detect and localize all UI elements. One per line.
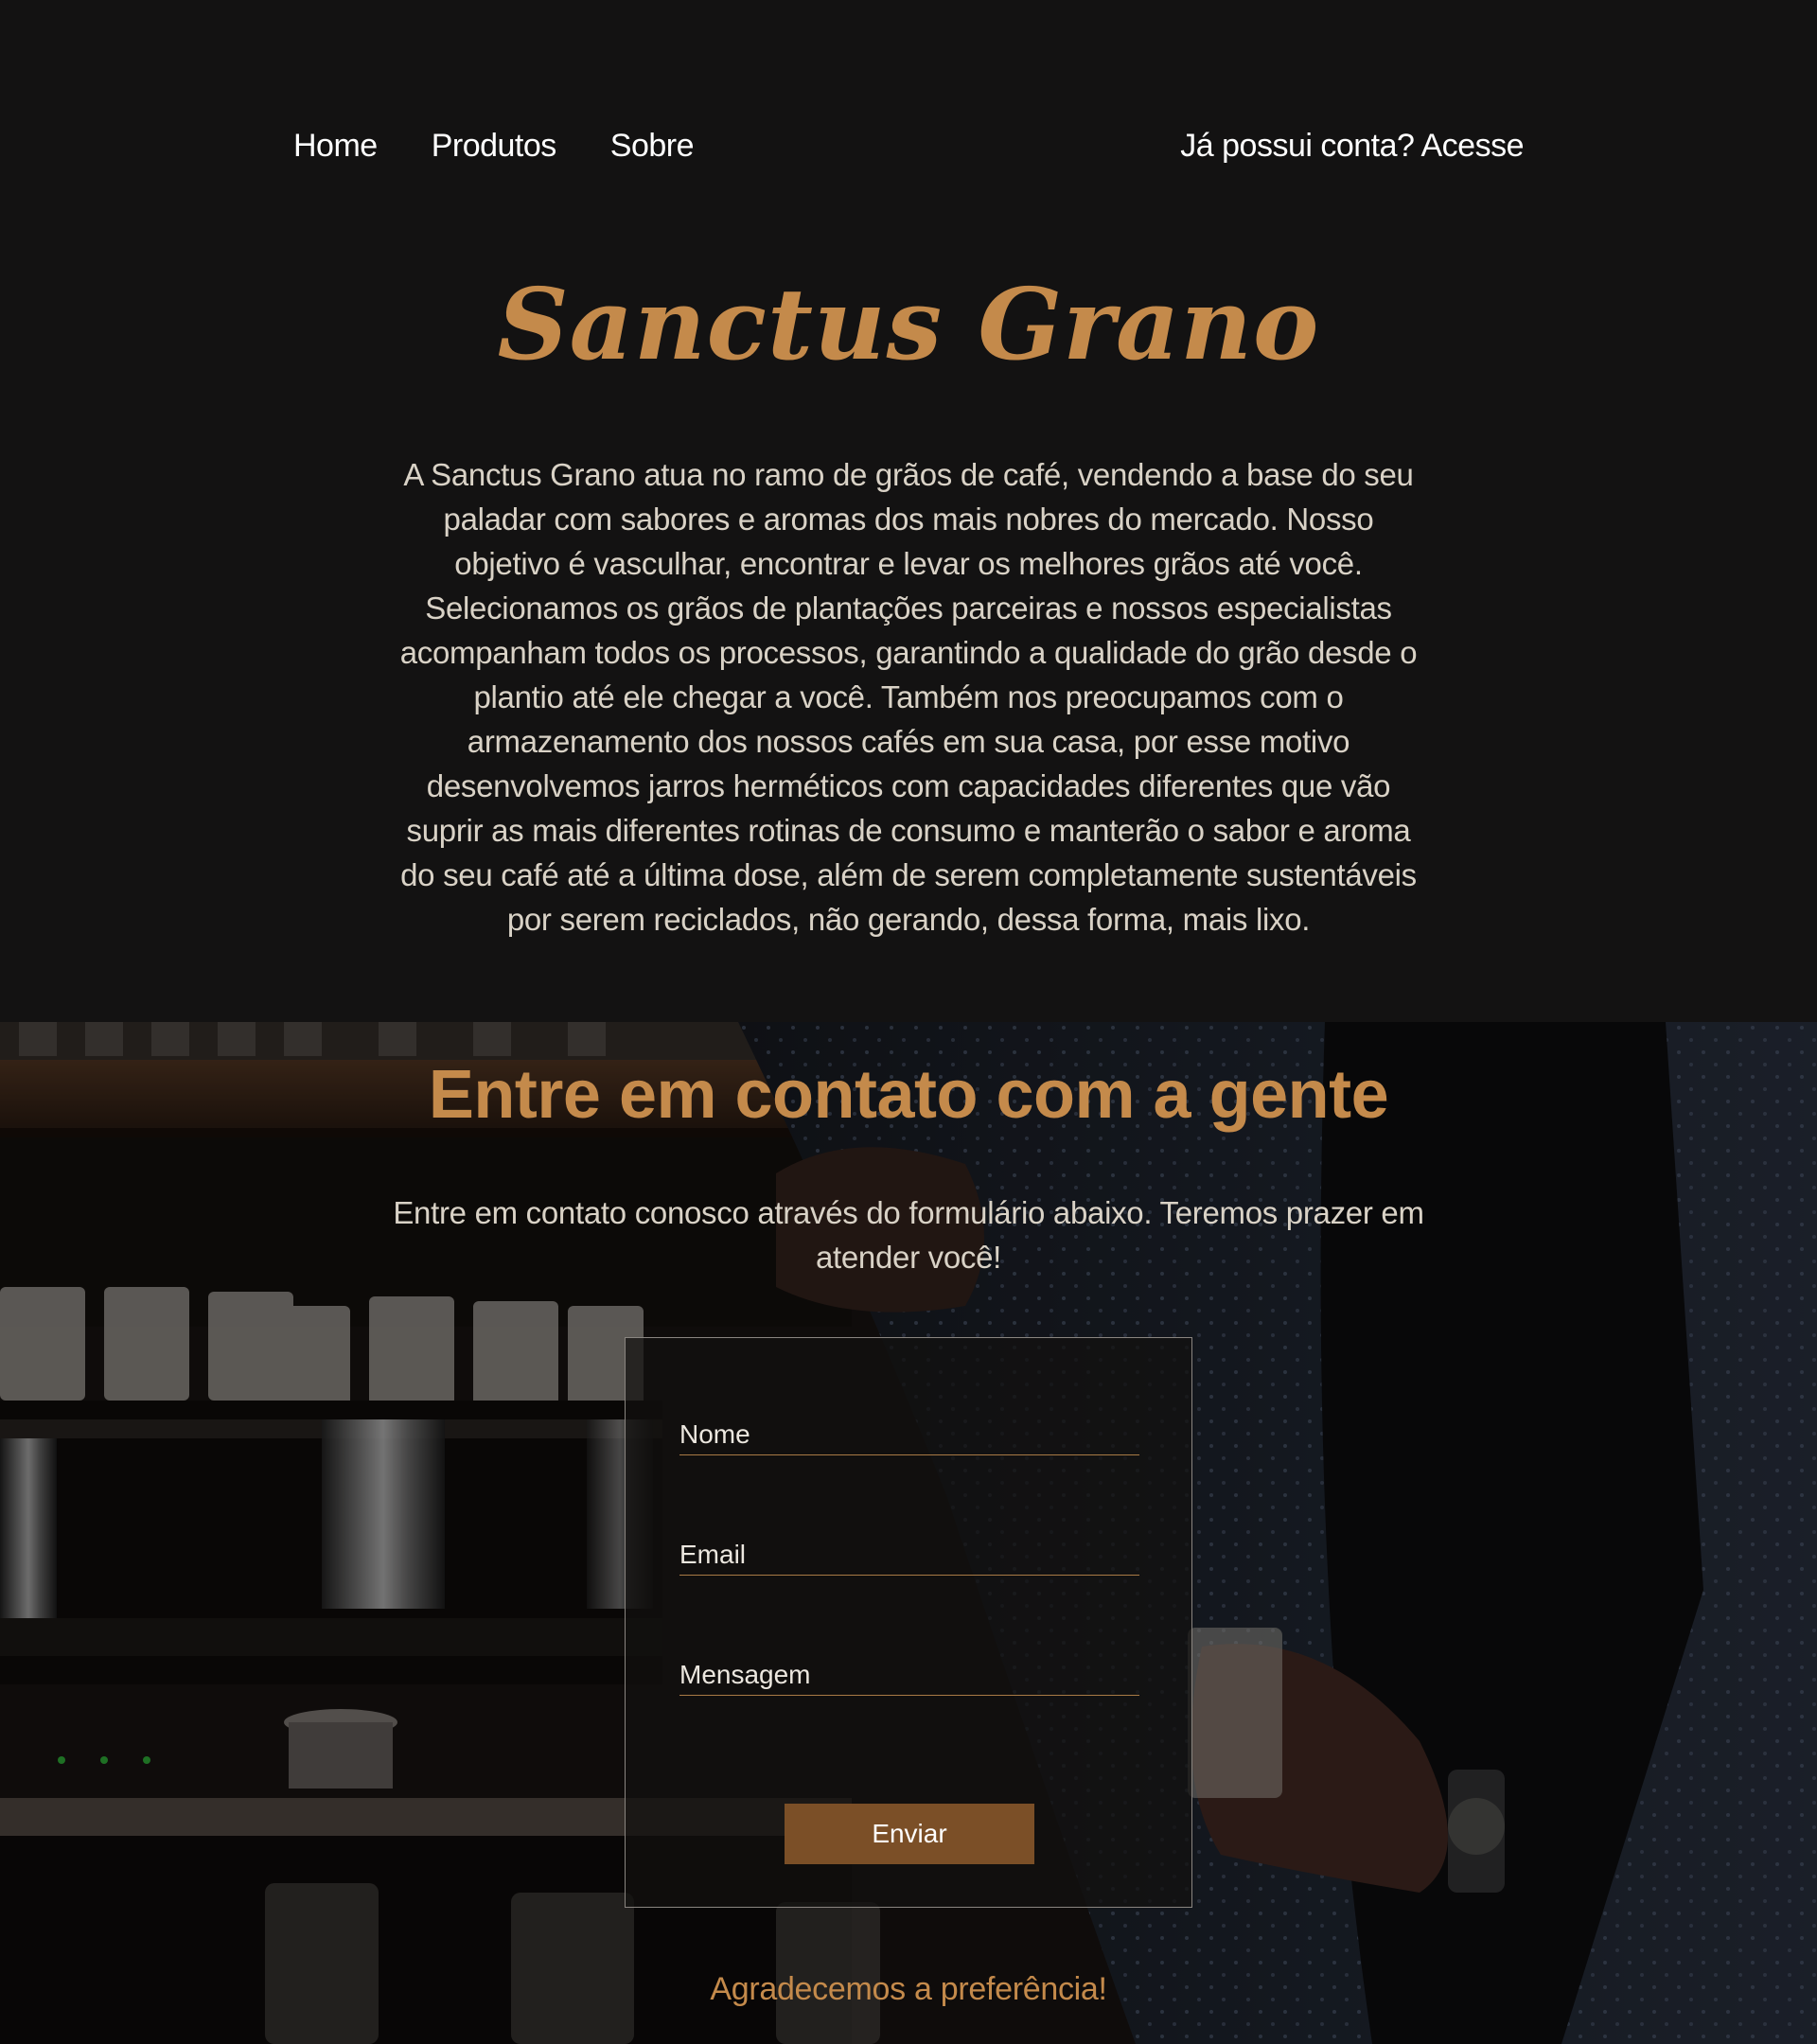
login-link[interactable]: Já possui conta? Acesse: [1180, 125, 1524, 167]
contact-title: Entre em contato com a gente: [428, 1057, 1389, 1133]
email-field-wrapper: [679, 1526, 1139, 1576]
name-input[interactable]: [679, 1406, 1139, 1454]
email-input[interactable]: [679, 1526, 1139, 1575]
send-button[interactable]: Enviar: [785, 1804, 1034, 1864]
message-field-wrapper: [679, 1647, 1139, 1696]
nav-link-home[interactable]: Home: [293, 125, 378, 167]
contact-subtitle: Entre em contato conosco através do form…: [393, 1195, 1424, 1275]
name-field-wrapper: [679, 1406, 1139, 1455]
brand-title: Sanctus Grano: [497, 266, 1320, 382]
main-nav: Home Produtos Sobre: [293, 125, 748, 167]
nav-link-sobre[interactable]: Sobre: [610, 125, 695, 167]
about-text: A Sanctus Grano atua no ramo de grãos de…: [399, 457, 1418, 937]
message-input[interactable]: [679, 1647, 1139, 1695]
thanks-text: Agradecemos a preferência!: [710, 1971, 1107, 2007]
nav-link-produtos[interactable]: Produtos: [432, 125, 557, 167]
contact-section: Entre em contato com a gente Entre em co…: [0, 1022, 1817, 2044]
about-section: Home Produtos Sobre Já possui conta? Ace…: [0, 0, 1817, 1022]
contact-form: Enviar: [625, 1337, 1192, 1908]
